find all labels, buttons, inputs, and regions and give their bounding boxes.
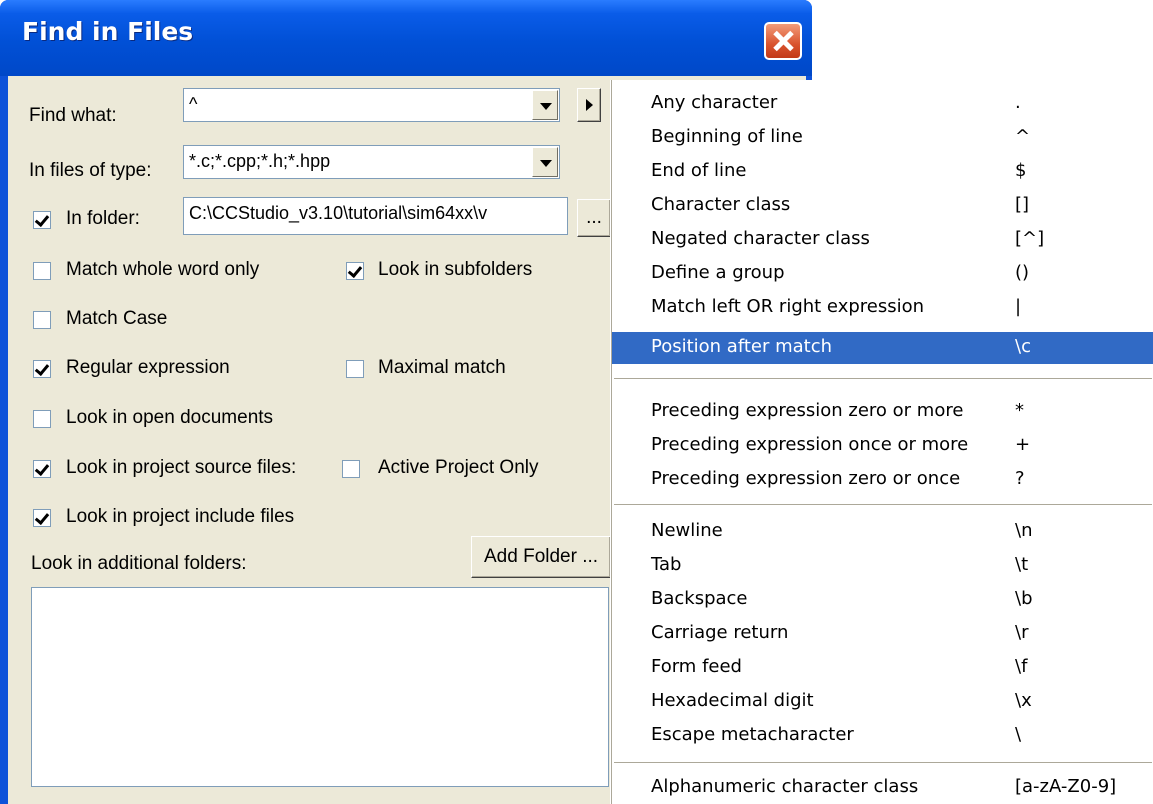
menu-item-position-after-match[interactable]: Position after match \c — [612, 332, 1153, 364]
title-bar[interactable]: Find in Files — [0, 0, 812, 76]
look-in-subfolders-label: Look in subfolders — [378, 259, 533, 280]
find-what-label: Find what: — [29, 105, 117, 126]
maximal-match-label: Maximal match — [378, 357, 506, 378]
look-in-project-include-checkbox[interactable] — [33, 509, 51, 527]
menu-separator — [614, 378, 1152, 380]
window-title: Find in Files — [22, 17, 194, 46]
look-in-open-documents-checkbox[interactable] — [33, 410, 51, 428]
menu-item-beginning-of-line[interactable]: Beginning of line ^ — [612, 122, 1153, 154]
match-case-label: Match Case — [66, 308, 168, 329]
find-what-value: ^ — [189, 94, 198, 114]
menu-item-zero-or-more[interactable]: Preceding expression zero or more * — [612, 396, 1153, 428]
menu-item-alphanumeric-class[interactable]: Alphanumeric character class [a-zA-Z0-9] — [612, 772, 1153, 804]
menu-item-match-left-or-right[interactable]: Match left OR right expression | — [612, 292, 1153, 324]
menu-item-backspace[interactable]: Backspace \b — [612, 584, 1153, 616]
in-folder-value: C:\CCStudio_v3.10\tutorial\sim64xx\v — [189, 203, 488, 223]
match-whole-word-label: Match whole word only — [66, 259, 260, 280]
menu-item-form-feed[interactable]: Form feed \f — [612, 652, 1153, 684]
menu-separator — [614, 504, 1152, 506]
menu-separator — [614, 762, 1152, 764]
in-folder-label: In folder: — [66, 208, 140, 229]
look-in-project-include-label: Look in project include files — [66, 506, 295, 527]
arrow-right-icon — [586, 99, 593, 111]
find-what-dropdown-button[interactable] — [532, 90, 558, 120]
menu-item-end-of-line[interactable]: End of line $ — [612, 156, 1153, 188]
maximal-match-checkbox[interactable] — [346, 360, 364, 378]
close-button[interactable] — [764, 22, 802, 60]
menu-item-negated-character-class[interactable]: Negated character class [^] — [612, 224, 1153, 256]
menu-item-define-a-group[interactable]: Define a group() — [612, 258, 1153, 290]
additional-folders-label: Look in additional folders: — [31, 553, 247, 574]
menu-item-any-character[interactable]: Any character. — [612, 88, 1153, 120]
menu-item-hexadecimal-digit[interactable]: Hexadecimal digit \x — [612, 686, 1153, 718]
menu-item-zero-or-once[interactable]: Preceding expression zero or once? — [612, 464, 1153, 496]
files-of-type-dropdown-button[interactable] — [532, 147, 558, 177]
add-folder-button[interactable]: Add Folder ... — [471, 536, 611, 578]
regular-expression-label: Regular expression — [66, 357, 230, 378]
regex-context-menu: Any character. Beginning of line ^ End of… — [611, 80, 1153, 804]
files-of-type-label: In files of type: — [29, 160, 152, 181]
menu-item-once-or-more[interactable]: Preceding expression once or more + — [612, 430, 1153, 462]
look-in-project-source-checkbox[interactable] — [33, 460, 51, 478]
in-folder-checkbox[interactable] — [33, 211, 51, 229]
menu-item-newline[interactable]: Newline \n — [612, 516, 1153, 548]
browse-folder-button[interactable]: ... — [577, 199, 611, 237]
additional-folders-list[interactable] — [31, 587, 609, 787]
menu-item-tab[interactable]: Tab \t — [612, 550, 1153, 582]
menu-item-character-class[interactable]: Character class[] — [612, 190, 1153, 222]
active-project-only-checkbox[interactable] — [342, 460, 360, 478]
regular-expression-checkbox[interactable] — [33, 360, 51, 378]
match-whole-word-checkbox[interactable] — [33, 262, 51, 280]
look-in-subfolders-checkbox[interactable] — [346, 262, 364, 280]
regex-menu-button[interactable] — [577, 88, 601, 122]
find-what-combobox[interactable]: ^ — [183, 88, 560, 122]
files-of-type-combobox[interactable]: *.c;*.cpp;*.h;*.hpp — [183, 145, 560, 179]
look-in-open-documents-label: Look in open documents — [66, 407, 274, 428]
look-in-project-source-label: Look in project source files: — [66, 457, 297, 478]
active-project-only-label: Active Project Only — [378, 457, 539, 478]
menu-item-carriage-return[interactable]: Carriage return \r — [612, 618, 1153, 650]
files-of-type-value: *.c;*.cpp;*.h;*.hpp — [189, 151, 331, 171]
match-case-checkbox[interactable] — [33, 311, 51, 329]
menu-item-escape-metacharacter[interactable]: Escape metacharacter \ — [612, 720, 1153, 752]
in-folder-input[interactable]: C:\CCStudio_v3.10\tutorial\sim64xx\v — [183, 197, 568, 235]
